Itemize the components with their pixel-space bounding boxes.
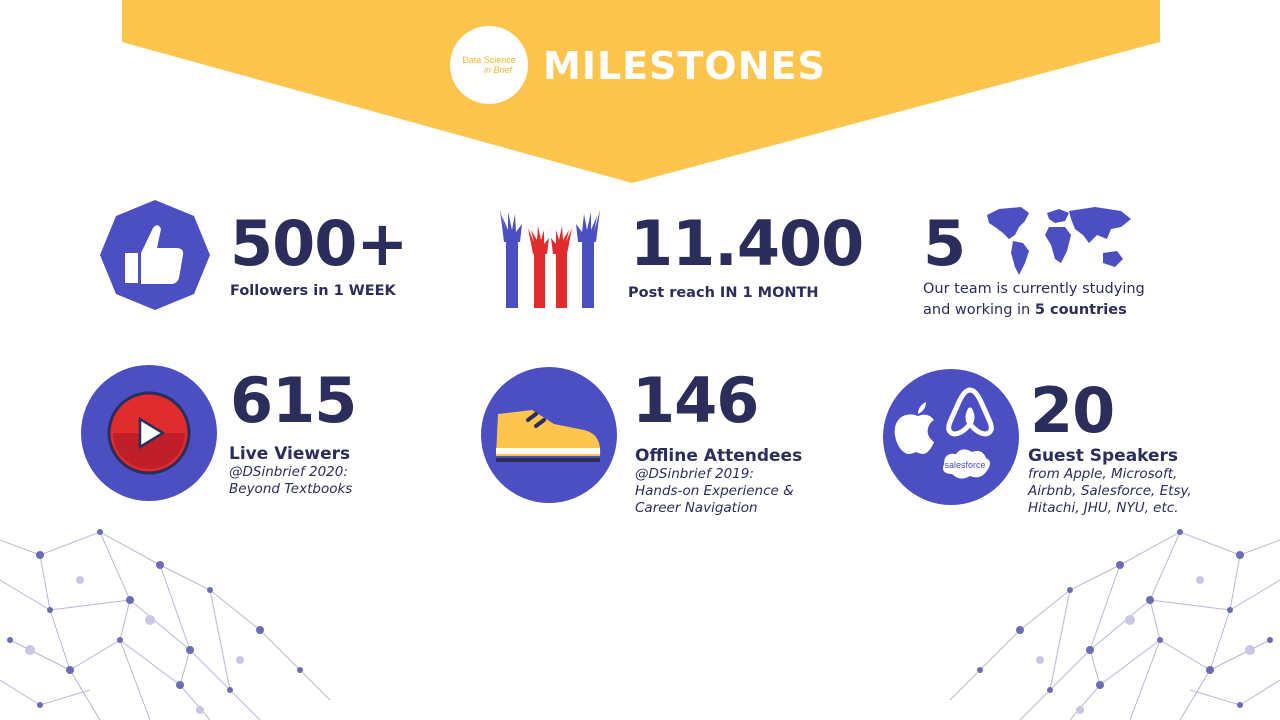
stat-viewers-value: 615 xyxy=(230,364,357,437)
page-title: MILESTONES xyxy=(543,44,826,88)
stat-speakers-detail: from Apple, Microsoft, Airbnb, Salesforc… xyxy=(1028,466,1192,517)
network-decoration-left xyxy=(0,529,331,720)
stat-attendees-detail-line1: @DSinbrief 2019: xyxy=(635,466,754,482)
play-button-icon xyxy=(81,365,217,501)
stat-followers-value: 500+ xyxy=(230,207,408,280)
stat-countries-desc-bold: 5 countries xyxy=(1034,302,1127,318)
stat-viewers-detail-line1: @DSinbrief 2020: xyxy=(229,464,348,480)
stat-countries-value: 5 xyxy=(923,207,966,280)
stat-speakers-detail-line2: Airbnb, Salesforce, Etsy, xyxy=(1028,483,1192,499)
salesforce-logo-text: salesforce xyxy=(944,460,985,470)
raised-hands-icon xyxy=(500,210,600,308)
logo: Data Science in Brief xyxy=(450,26,528,104)
world-map-icon xyxy=(987,207,1131,275)
logo-line1: Data Science xyxy=(462,55,516,65)
stat-followers-label: Followers in 1 WEEK xyxy=(230,283,396,299)
thumbs-up-icon xyxy=(100,200,210,310)
stat-speakers-label: Guest Speakers xyxy=(1028,446,1179,466)
company-logos-icon: salesforce xyxy=(883,369,1019,505)
stat-attendees-detail: @DSinbrief 2019: Hands-on Experience & C… xyxy=(635,466,794,517)
stat-viewers-label: Live Viewers xyxy=(229,444,351,464)
stat-attendees-value: 146 xyxy=(632,364,759,437)
network-decoration-right xyxy=(949,529,1280,720)
stat-attendees-detail-line3: Career Navigation xyxy=(635,500,758,516)
sneaker-icon xyxy=(481,367,617,503)
stat-speakers-value: 20 xyxy=(1030,374,1115,447)
stat-reach-value: 11.400 xyxy=(630,207,864,280)
stat-speakers-detail-line1: from Apple, Microsoft, xyxy=(1028,466,1178,482)
stat-speakers-detail-line3: Hitachi, JHU, NYU, etc. xyxy=(1028,500,1179,516)
stat-viewers-detail: @DSinbrief 2020: Beyond Textbooks xyxy=(229,464,352,498)
header-banner xyxy=(122,0,1160,183)
stat-reach-label: Post reach IN 1 MONTH xyxy=(628,285,819,301)
stat-attendees-detail-line2: Hands-on Experience & xyxy=(635,483,794,499)
stat-viewers-detail-line2: Beyond Textbooks xyxy=(229,481,353,497)
stat-countries-desc: Our team is currently studying and worki… xyxy=(923,279,1173,321)
logo-line2: in Brief xyxy=(483,65,512,75)
stat-attendees-label: Offline Attendees xyxy=(635,446,803,466)
